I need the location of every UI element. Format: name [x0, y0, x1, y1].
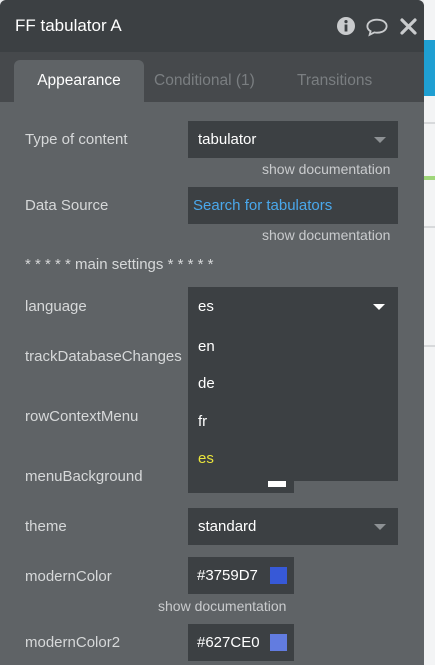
modern-color-label: modernColor	[25, 568, 112, 585]
modern-color2-value: #627CE0	[197, 634, 260, 651]
show-documentation-link[interactable]: show documentation	[262, 227, 390, 243]
modern-color-input[interactable]: #3759D7	[188, 557, 294, 594]
theme-label: theme	[25, 518, 67, 535]
chevron-down-icon[interactable]	[373, 304, 385, 310]
theme-select[interactable]: standard	[188, 508, 398, 545]
language-option-fr[interactable]: fr	[198, 413, 207, 430]
chevron-down-icon	[374, 137, 386, 143]
language-option-en[interactable]: en	[198, 338, 215, 355]
type-of-content-select[interactable]: tabulator	[188, 121, 398, 158]
panel-header[interactable]: FF tabulator A	[0, 0, 424, 52]
language-option-es[interactable]: es	[198, 450, 214, 467]
editor-canvas-divider	[424, 122, 435, 124]
show-documentation-link[interactable]: show documentation	[262, 161, 390, 177]
editor-canvas-divider	[424, 345, 435, 347]
language-option-de[interactable]: de	[198, 375, 215, 392]
language-current-value: es	[198, 298, 214, 315]
tab-conditional[interactable]: Conditional (1)	[154, 60, 255, 102]
theme-value: standard	[198, 518, 257, 535]
editor-canvas-strip	[424, 0, 435, 665]
menu-background-label: menuBackground	[25, 468, 143, 485]
data-source-placeholder: Search for tabulators	[193, 197, 333, 214]
chevron-down-icon	[374, 524, 386, 530]
show-documentation-link[interactable]: show documentation	[158, 598, 286, 614]
modern-color-swatch[interactable]	[270, 567, 287, 584]
section-title-main-settings: * * * * * main settings * * * * *	[25, 256, 214, 273]
modern-color2-label: modernColor2	[25, 634, 121, 651]
language-label: language	[25, 298, 87, 315]
type-of-content-label: Type of content	[25, 131, 128, 148]
row-context-menu-label: rowContextMenu	[25, 408, 139, 425]
tab-transitions[interactable]: Transitions	[297, 60, 372, 102]
panel-title: FF tabulator A	[15, 16, 122, 35]
editor-canvas-divider	[424, 226, 435, 228]
modern-color2-swatch[interactable]	[270, 634, 287, 651]
modern-color2-input[interactable]: #627CE0	[188, 624, 294, 661]
data-source-label: Data Source	[25, 197, 109, 214]
info-icon[interactable]	[336, 16, 358, 38]
data-source-search-input[interactable]: Search for tabulators	[188, 187, 398, 224]
tab-appearance[interactable]: Appearance	[14, 60, 144, 102]
type-of-content-value: tabulator	[198, 131, 257, 148]
language-dropdown[interactable]: es en de fr es	[188, 287, 398, 481]
editor-canvas-accent	[424, 176, 435, 180]
menu-background-swatch[interactable]	[268, 481, 286, 487]
property-editor-panel: FF tabulator A Appearance Conditional (1…	[0, 0, 424, 665]
tab-bar: Appearance Conditional (1) Transitions	[0, 52, 424, 102]
close-icon[interactable]	[398, 16, 420, 38]
track-database-changes-label: trackDatabaseChanges	[25, 348, 182, 365]
modern-color-value: #3759D7	[197, 567, 258, 584]
comment-icon[interactable]	[366, 16, 388, 38]
